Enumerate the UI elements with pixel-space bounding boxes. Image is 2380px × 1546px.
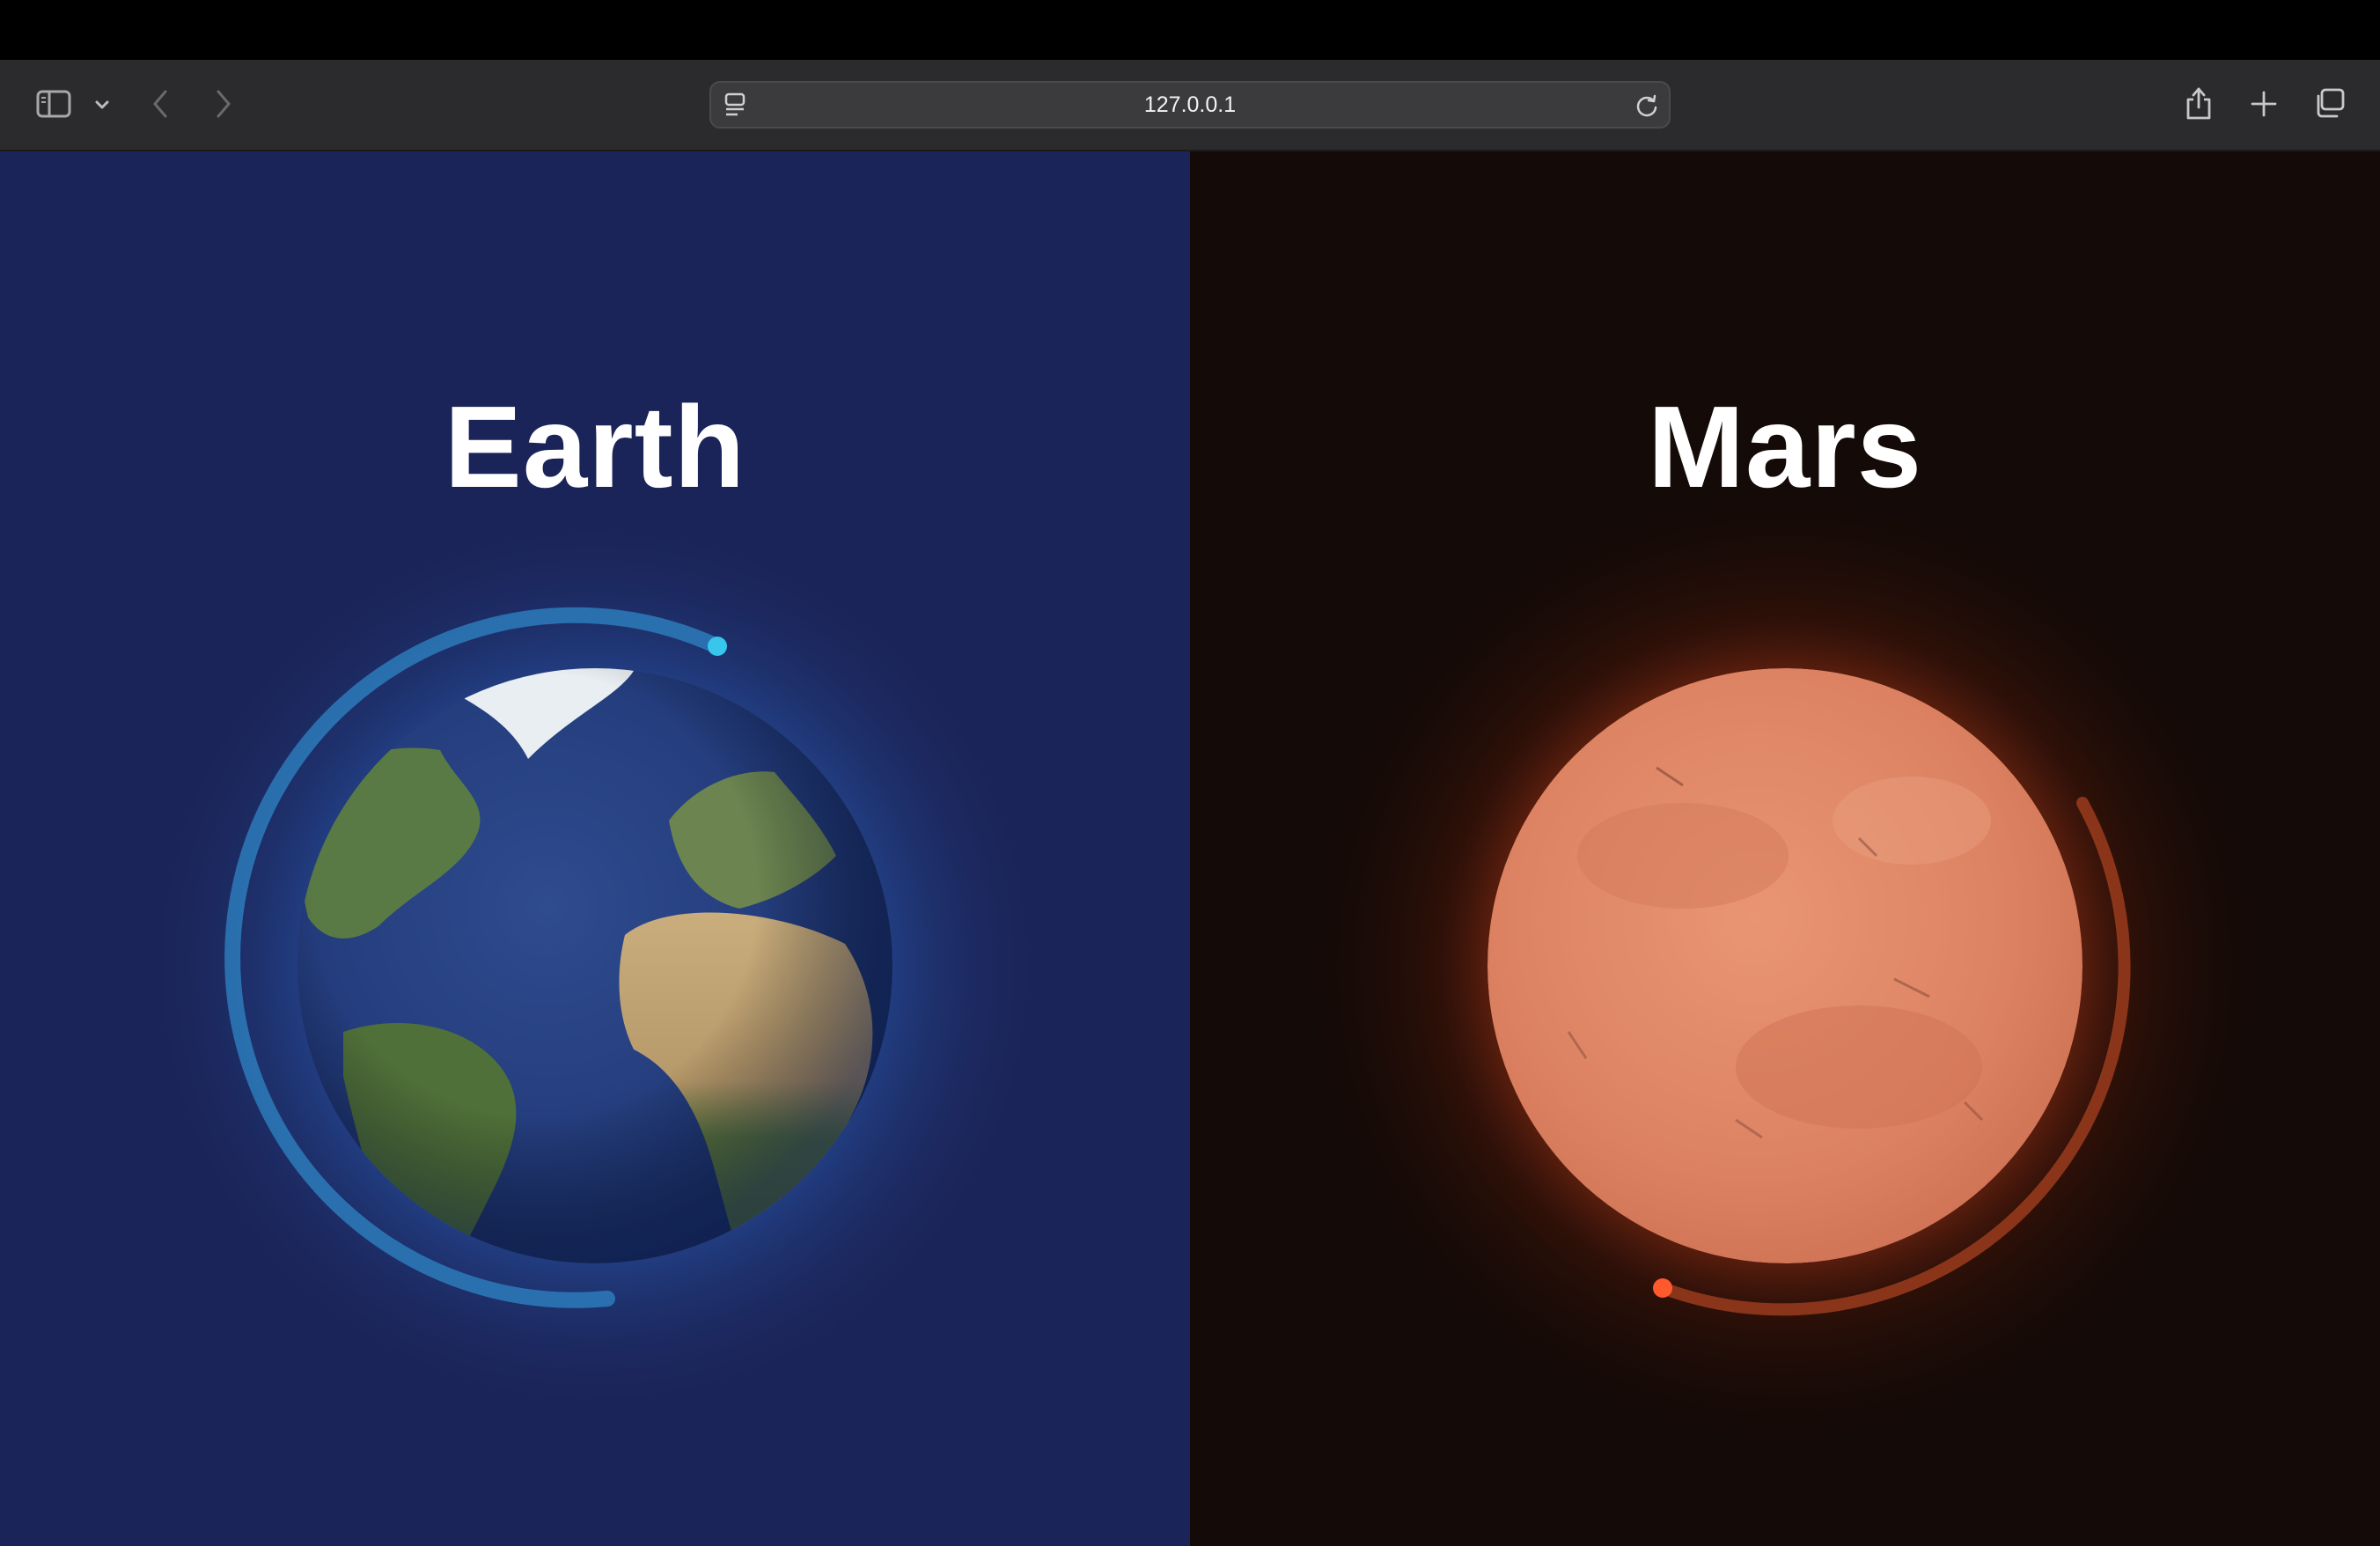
url-text[interactable]: 127.0.0.1 — [711, 83, 1669, 127]
sidebar-icon[interactable] — [33, 86, 74, 121]
chevron-left-icon[interactable] — [148, 86, 173, 121]
window-top-bar — [0, 0, 2380, 60]
share-icon[interactable] — [2181, 83, 2216, 123]
earth-panel: Earth — [0, 151, 1190, 1546]
planet-title-earth: Earth — [444, 382, 746, 512]
plus-icon[interactable] — [2246, 86, 2281, 121]
chevron-right-icon[interactable] — [211, 86, 236, 121]
mars-scene — [1292, 473, 2278, 1459]
mars-orbit-dot — [1653, 1278, 1672, 1298]
reload-icon[interactable] — [1634, 92, 1660, 120]
chevron-down-icon[interactable] — [92, 95, 113, 114]
mars-panel: Mars — [1190, 151, 2380, 1546]
planet-title-mars: Mars — [1647, 382, 1923, 512]
earth-scene — [137, 508, 1053, 1424]
browser-toolbar: 127.0.0.1 — [0, 60, 2380, 151]
address-bar[interactable]: 127.0.0.1 — [709, 81, 1671, 129]
earth-orbit-dot — [708, 637, 727, 656]
mars-globe — [1488, 668, 2082, 1263]
tabs-overview-icon[interactable] — [2311, 85, 2348, 121]
